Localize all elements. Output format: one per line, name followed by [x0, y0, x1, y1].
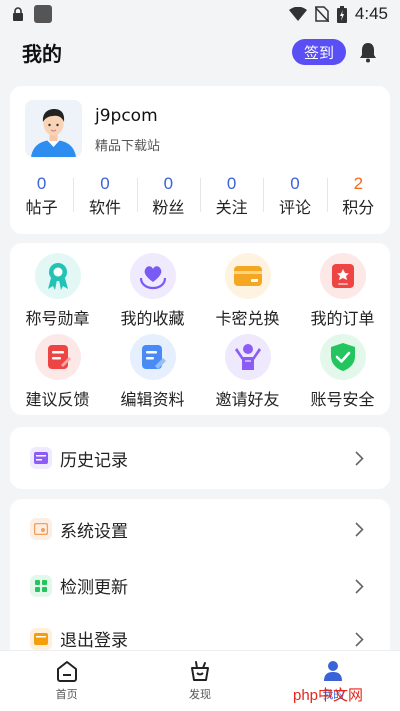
stat-label: 软件 — [88, 198, 121, 217]
profile-icon — [324, 661, 343, 681]
chevron-right-icon — [355, 631, 364, 647]
grid-item-label: 邀请好友 — [215, 390, 280, 409]
chevron-right-icon — [355, 522, 364, 537]
username: j9pcom — [95, 106, 158, 126]
stat-value: 0 — [163, 174, 174, 193]
stat-value: 2 — [353, 174, 364, 193]
stat-fans[interactable]: 0 粉丝 — [136, 172, 200, 222]
battery-charging-icon — [336, 5, 347, 23]
shield-check-icon — [319, 334, 366, 380]
stat-label: 粉丝 — [152, 198, 185, 217]
bell-icon[interactable] — [358, 42, 378, 63]
stat-comments[interactable]: 0 评论 — [263, 172, 326, 222]
nav-label: 发现 — [188, 688, 211, 701]
nav-discover[interactable]: 发现 — [133, 651, 266, 711]
row-label: 历史记录 — [60, 450, 128, 471]
grid-item-label: 卡密兑换 — [215, 309, 280, 328]
grid-item-label: 我的订单 — [310, 309, 375, 328]
update-icon — [30, 574, 52, 597]
stat-label: 积分 — [342, 198, 375, 217]
grid-item-security[interactable]: 账号安全 — [295, 334, 390, 411]
card-icon — [224, 253, 271, 299]
page-title: 我的 — [22, 41, 62, 66]
stat-label: 评论 — [278, 198, 311, 217]
medal-icon — [34, 253, 81, 299]
feature-grid-card: 称号勋章 我的收藏 卡密兑换 我的订单 建议反馈 编辑资料 邀请好友 账号安全 — [10, 243, 390, 415]
stat-value: 0 — [100, 174, 110, 193]
grid-item-label: 称号勋章 — [25, 309, 90, 328]
signin-button[interactable]: 签到 — [291, 39, 346, 65]
status-time: 4:45 — [354, 4, 388, 23]
wifi-icon — [288, 7, 307, 21]
grid-item-label: 账号安全 — [310, 390, 375, 409]
stats-row: 0 帖子 0 软件 0 粉丝 0 关注 0 评论 2 积分 — [10, 172, 390, 222]
history-card: 历史记录 — [10, 427, 390, 489]
grid-item-label: 建议反馈 — [25, 390, 90, 409]
lock-icon — [13, 6, 23, 21]
row-label: 系统设置 — [60, 521, 128, 542]
settings-icon — [30, 518, 52, 540]
grid-item-orders[interactable]: 我的订单 — [295, 253, 390, 330]
stat-value: 0 — [36, 174, 47, 193]
avatar[interactable] — [25, 100, 82, 157]
stat-following[interactable]: 0 关注 — [199, 172, 263, 222]
invite-icon — [224, 334, 271, 380]
header: 我的 签到 — [0, 28, 400, 76]
heart-hand-icon — [129, 253, 176, 299]
app-notification-icon — [34, 5, 52, 23]
feedback-icon — [34, 334, 81, 380]
stat-label: 关注 — [215, 198, 248, 217]
row-history[interactable]: 历史记录 — [10, 427, 390, 489]
chevron-right-icon — [355, 451, 364, 466]
grid-item-label: 我的收藏 — [120, 309, 185, 328]
nav-home[interactable]: 首页 — [0, 651, 133, 711]
settings-card: 系统设置 检测更新 退出登录 — [10, 499, 390, 659]
row-label: 退出登录 — [60, 631, 128, 651]
stat-posts[interactable]: 0 帖子 — [10, 172, 73, 222]
grid-item-edit-profile[interactable]: 编辑资料 — [105, 334, 200, 411]
stat-points[interactable]: 2 积分 — [326, 172, 390, 222]
discover-icon — [190, 661, 209, 681]
grid-item-favorites[interactable]: 我的收藏 — [105, 253, 200, 330]
watermark: php中文网 — [293, 687, 364, 704]
profile-card: j9pcom 精品下载站 0 帖子 0 软件 0 粉丝 0 关注 0 评论 2 … — [10, 86, 390, 234]
row-check-update[interactable]: 检测更新 — [10, 559, 390, 612]
grid-item-medals[interactable]: 称号勋章 — [10, 253, 105, 330]
chevron-right-icon — [355, 578, 364, 594]
user-subtitle: 精品下载站 — [95, 139, 161, 154]
edit-profile-icon — [129, 334, 176, 380]
order-icon — [319, 253, 366, 299]
stat-value: 0 — [226, 174, 237, 193]
logout-icon — [30, 627, 52, 650]
stat-software[interactable]: 0 软件 — [73, 172, 136, 222]
grid-item-label: 编辑资料 — [120, 390, 185, 409]
history-icon — [30, 447, 52, 469]
no-sim-icon — [314, 6, 329, 22]
stat-value: 0 — [290, 174, 300, 193]
status-bar: 4:45 — [0, 0, 400, 28]
nav-label: 首页 — [55, 688, 78, 701]
home-icon — [56, 661, 77, 682]
grid-item-invite[interactable]: 邀请好友 — [200, 334, 295, 411]
row-system-settings[interactable]: 系统设置 — [10, 499, 390, 559]
stat-label: 帖子 — [25, 198, 58, 217]
row-label: 检测更新 — [60, 578, 128, 598]
grid-item-redeem[interactable]: 卡密兑换 — [200, 253, 295, 330]
grid-item-feedback[interactable]: 建议反馈 — [10, 334, 105, 411]
